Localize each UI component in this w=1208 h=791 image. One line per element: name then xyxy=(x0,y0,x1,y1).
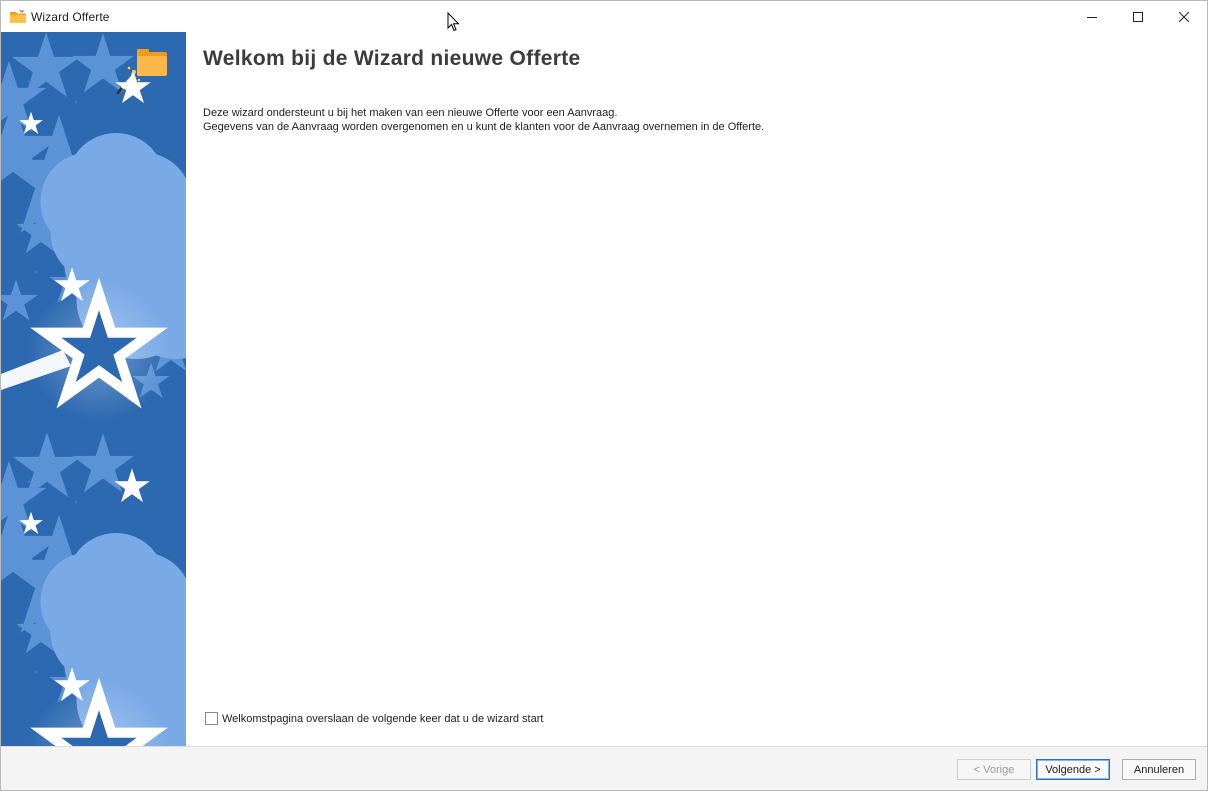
close-button[interactable] xyxy=(1161,1,1207,32)
maximize-button[interactable] xyxy=(1115,1,1161,32)
close-icon xyxy=(1179,11,1189,22)
window-title: Wizard Offerte xyxy=(31,9,110,24)
maximize-icon xyxy=(1133,11,1143,22)
minimize-icon xyxy=(1087,16,1097,18)
previous-button[interactable]: < Vorige xyxy=(957,759,1031,780)
skip-welcome-label[interactable]: Welkomstpagina overslaan de volgende kee… xyxy=(222,713,543,725)
minimize-button[interactable] xyxy=(1069,1,1115,32)
window-controls xyxy=(1069,1,1207,32)
mouse-cursor-icon xyxy=(447,12,460,32)
page-title: Welkom bij de Wizard nieuwe Offerte xyxy=(203,47,581,70)
wizard-window: Wizard Offerte Welkom bij de Wizard nieu… xyxy=(0,0,1208,791)
description-line-1: Deze wizard ondersteunt u bij het maken … xyxy=(203,107,618,119)
description: Deze wizard ondersteunt u bij het maken … xyxy=(203,106,764,134)
folder-icon xyxy=(10,9,26,23)
description-line-2: Gegevens van de Aanvraag worden overgeno… xyxy=(203,121,765,133)
wizard-banner xyxy=(1,32,186,746)
skip-welcome-checkbox[interactable] xyxy=(205,712,218,725)
title-bar[interactable]: Wizard Offerte xyxy=(1,1,1207,32)
wizard-content: Welkom bij de Wizard nieuwe Offerte Deze… xyxy=(186,32,1207,746)
next-button[interactable]: Volgende > xyxy=(1036,759,1110,780)
stars-banner-image xyxy=(1,32,186,746)
wizard-footer: < Vorige Volgende > Annuleren xyxy=(1,746,1207,790)
skip-welcome-option[interactable]: Welkomstpagina overslaan de volgende kee… xyxy=(205,712,543,725)
cancel-button[interactable]: Annuleren xyxy=(1122,759,1196,780)
